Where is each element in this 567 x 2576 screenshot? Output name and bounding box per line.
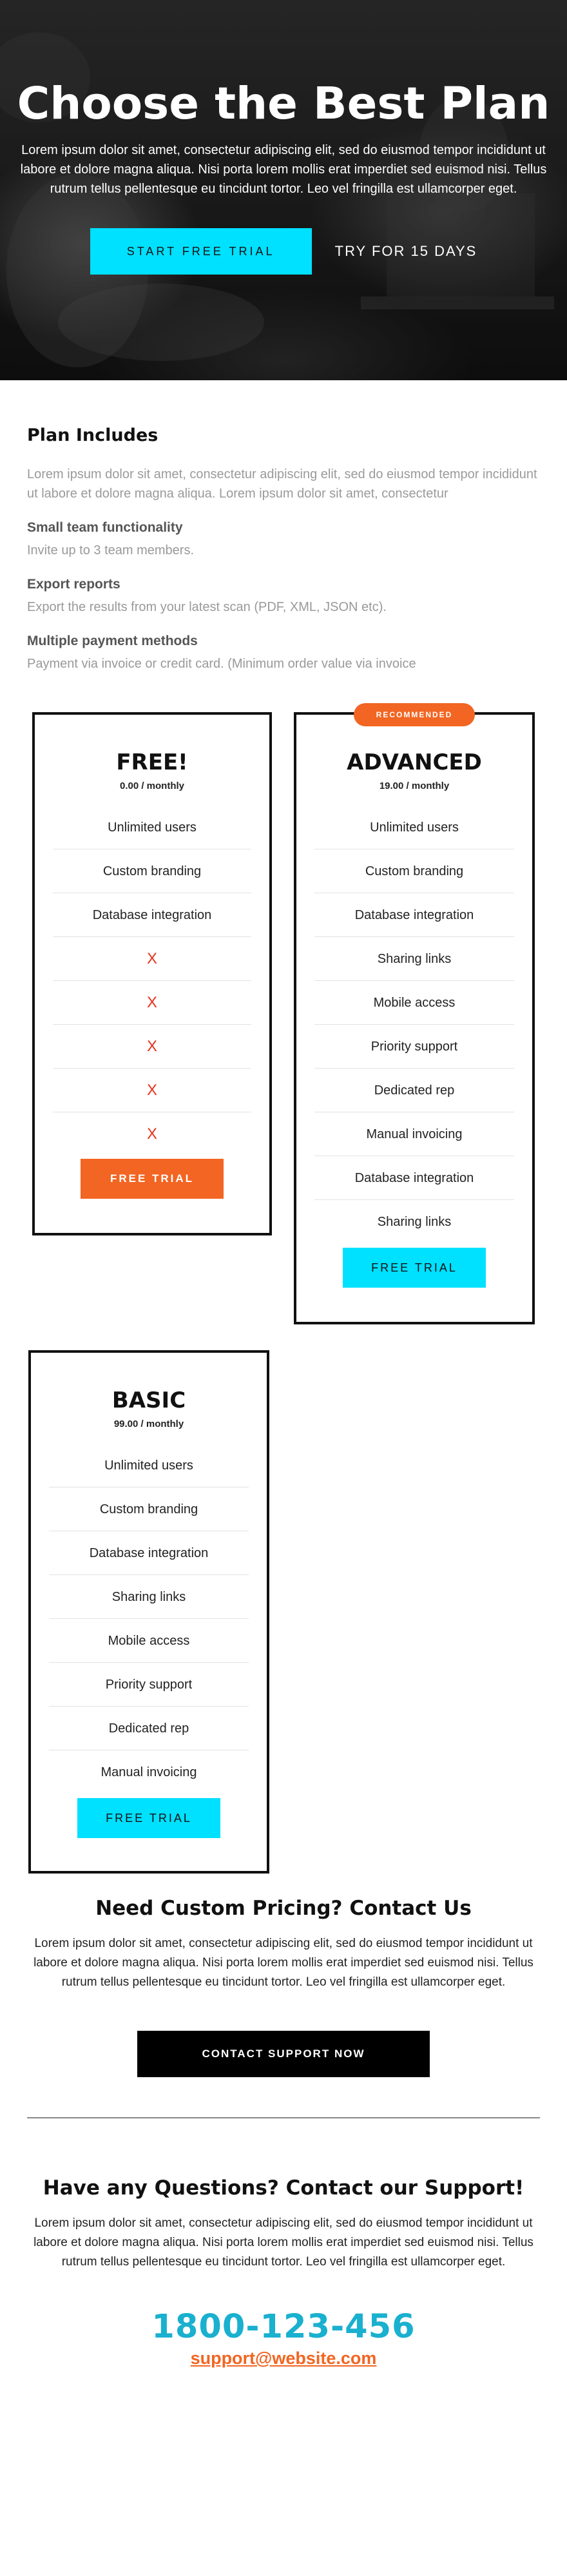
feature-desc: Payment via invoice or credit card. (Min…	[27, 657, 416, 671]
plan-feature-row: Sharing links	[49, 1575, 249, 1619]
plan-feature-row: Mobile access	[49, 1619, 249, 1663]
plan-feature-row: Sharing links	[314, 937, 514, 981]
plan-feature-row: Database integration	[53, 893, 251, 937]
free-trial-button[interactable]: FREE TRIAL	[343, 1248, 486, 1288]
feature-unavailable-x: X	[146, 1125, 157, 1143]
plan-feature-row: Mobile access	[314, 981, 514, 1025]
feature-item: Small team functionality Invite up to 3 …	[27, 519, 540, 560]
plan-name: BASIC	[111, 1388, 186, 1413]
free-trial-button[interactable]: FREE TRIAL	[77, 1798, 220, 1838]
plan-price: 19.00 / monthly	[379, 780, 450, 791]
plan-feature-row: Database integration	[314, 893, 514, 937]
custom-pricing-text: Lorem ipsum dolor sit amet, consectetur …	[34, 1937, 533, 1989]
support-title: Have any Questions? Contact our Support!	[43, 2176, 524, 2200]
feature-unavailable-x: X	[53, 1069, 251, 1112]
feature-item: Multiple payment methods Payment via inv…	[27, 632, 540, 673]
plan-feature-row: Database integration	[49, 1531, 249, 1575]
plan-price: 0.00 / monthly	[119, 780, 185, 791]
plan-feature-row: Custom branding	[49, 1487, 249, 1531]
support-section: Have any Questions? Contact our Support!…	[0, 2176, 567, 2368]
feature-unavailable-x: X	[53, 981, 251, 1025]
plan-feature-row: Manual invoicing	[314, 1112, 514, 1156]
plan-name: FREE!	[116, 750, 188, 775]
pricing-section: FREE! 0.00 / monthly Unlimited users Cus…	[0, 703, 567, 1874]
plan-feature-row: Database integration	[314, 1156, 514, 1200]
plan-feature-row: Sharing links	[377, 1215, 452, 1229]
section-divider	[27, 2117, 540, 2118]
feature-item: Export reports Export the results from y…	[27, 576, 540, 617]
try-for-15-days-link[interactable]: TRY FOR 15 DAYS	[335, 243, 477, 260]
plan-includes-section: Plan Includes Lorem ipsum dolor sit amet…	[0, 380, 567, 673]
hero-title: Choose the Best Plan	[17, 78, 550, 130]
feature-unavailable-x: X	[53, 1025, 251, 1069]
plan-includes-intro: Lorem ipsum dolor sit amet, consectetur …	[27, 467, 537, 501]
feature-name: Multiple payment methods	[27, 634, 198, 648]
support-phone: 1800-123-456	[151, 2308, 416, 2346]
plan-features: Unlimited users Custom branding Database…	[314, 806, 514, 1244]
plan-feature-row: Manual invoicing	[101, 1765, 197, 1779]
plan-feature-row: Priority support	[314, 1025, 514, 1069]
plan-features: Unlimited users Custom branding Database…	[53, 806, 251, 1156]
plan-card-basic: BASIC 99.00 / monthly Unlimited users Cu…	[28, 1350, 269, 1874]
plan-feature-row: Dedicated rep	[314, 1069, 514, 1112]
feature-unavailable-x: X	[53, 937, 251, 981]
feature-name: Small team functionality	[27, 520, 183, 535]
hero-section: Choose the Best Plan Lorem ipsum dolor s…	[0, 0, 567, 380]
plan-feature-row: Priority support	[49, 1663, 249, 1707]
hero-text: Lorem ipsum dolor sit amet, consectetur …	[20, 143, 547, 196]
custom-pricing-section: Need Custom Pricing? Contact Us Lorem ip…	[0, 1897, 567, 2077]
feature-name: Export reports	[27, 577, 120, 592]
feature-desc: Export the results from your latest scan…	[27, 600, 387, 614]
plan-name: ADVANCED	[347, 750, 482, 775]
plan-feature-row: Dedicated rep	[49, 1707, 249, 1750]
plan-feature-row: Unlimited users	[49, 1444, 249, 1487]
plan-features: Unlimited users Custom branding Database…	[49, 1444, 249, 1794]
plan-feature-row: Custom branding	[53, 849, 251, 893]
feature-desc: Invite up to 3 team members.	[27, 543, 195, 557]
plan-feature-row: Custom branding	[314, 849, 514, 893]
plan-card-advanced: RECOMMENDED ADVANCED 19.00 / monthly Unl…	[294, 703, 535, 1324]
custom-pricing-title: Need Custom Pricing? Contact Us	[95, 1897, 472, 1920]
support-text: Lorem ipsum dolor sit amet, consectetur …	[34, 2216, 533, 2269]
plan-includes-title: Plan Includes	[27, 425, 159, 445]
free-trial-button[interactable]: FREE TRIAL	[81, 1159, 224, 1199]
plan-feature-row: Unlimited users	[314, 806, 514, 849]
recommended-badge: RECOMMENDED	[354, 703, 475, 726]
support-email-link[interactable]: support@website.com	[191, 2348, 377, 2368]
contact-support-button[interactable]: CONTACT SUPPORT NOW	[137, 2031, 430, 2077]
plan-price: 99.00 / monthly	[113, 1419, 184, 1429]
plan-card-free: FREE! 0.00 / monthly Unlimited users Cus…	[32, 712, 272, 1235]
plan-feature-row: Unlimited users	[53, 806, 251, 849]
hero-content: Choose the Best Plan Lorem ipsum dolor s…	[0, 0, 567, 275]
start-free-trial-button[interactable]: START FREE TRIAL	[90, 228, 312, 275]
hero-actions: START FREE TRIAL TRY FOR 15 DAYS	[0, 228, 567, 275]
